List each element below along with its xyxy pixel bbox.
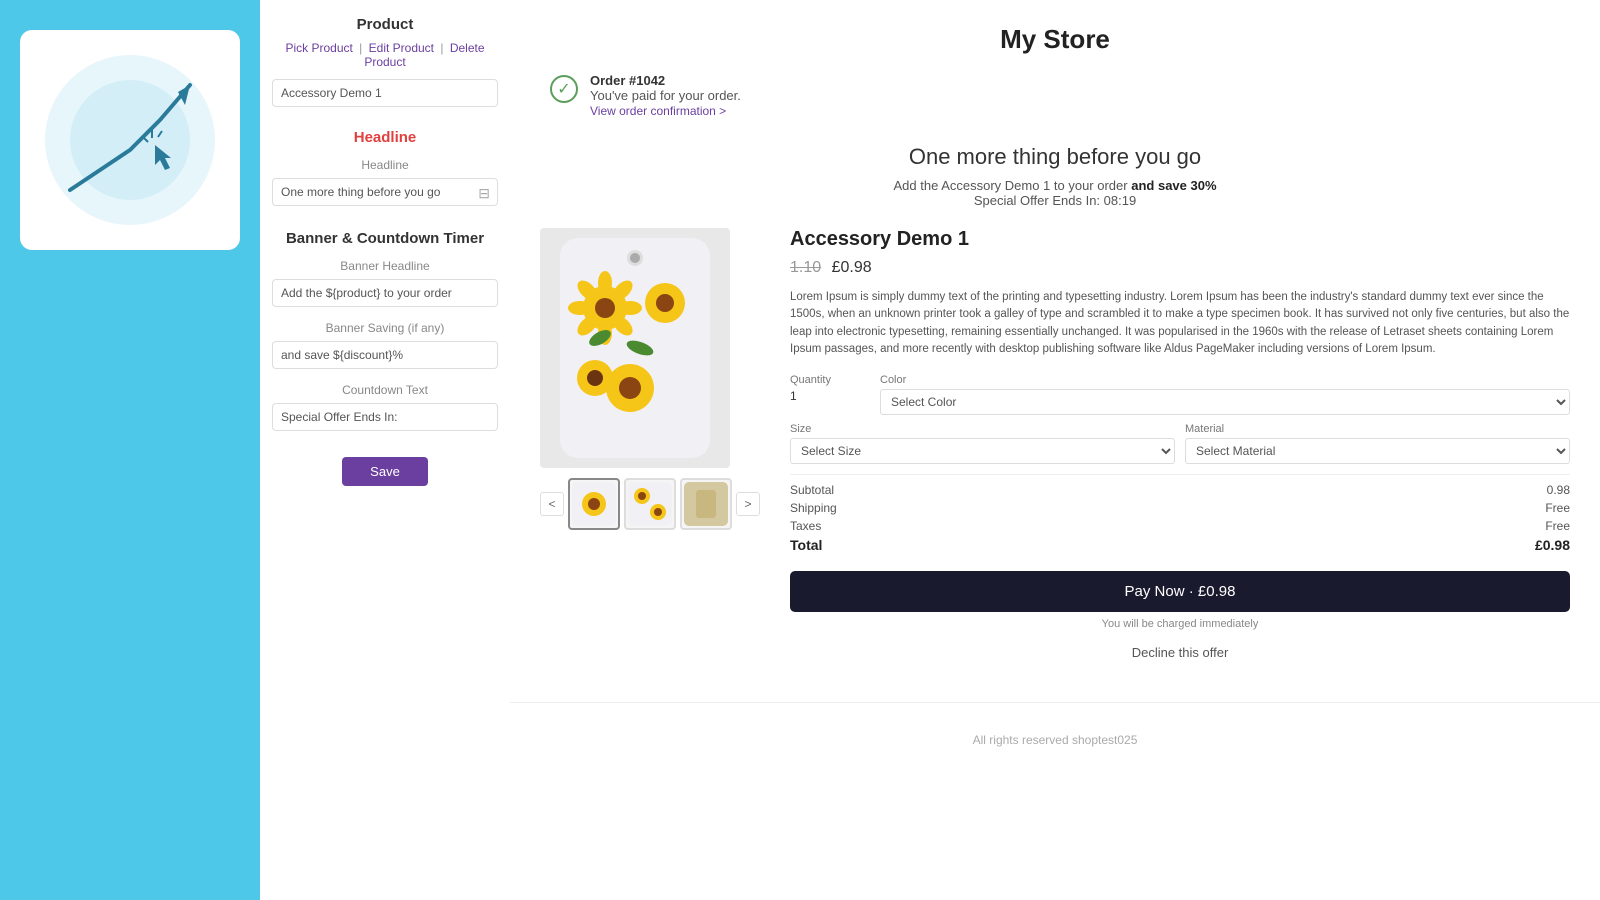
total-row: Total £0.98 bbox=[790, 537, 1570, 553]
variant-row-1: Quantity 1 Color Select Color bbox=[790, 374, 1570, 415]
sep1: | bbox=[359, 41, 362, 55]
headline-label: Headline bbox=[272, 158, 498, 172]
color-group: Color Select Color bbox=[880, 374, 1570, 415]
shipping-label: Shipping bbox=[790, 501, 837, 515]
taxes-value: Free bbox=[1545, 519, 1570, 533]
order-confirm-section: ✓ Order #1042 You've paid for your order… bbox=[510, 65, 1600, 134]
prev-thumb-btn[interactable]: < bbox=[540, 492, 564, 516]
taxes-label: Taxes bbox=[790, 519, 821, 533]
product-section: < bbox=[510, 228, 1600, 682]
pricing-summary: Subtotal 0.98 Shipping Free Taxes Free T… bbox=[790, 474, 1570, 553]
variant-row-2: Size Select Size Material Select Materia… bbox=[790, 423, 1570, 464]
total-label: Total bbox=[790, 537, 822, 553]
order-check-icon: ✓ bbox=[550, 75, 578, 103]
product-price: 1.10 £0.98 bbox=[790, 259, 1570, 277]
thumbnail-1[interactable] bbox=[568, 478, 620, 530]
editor-product-links: Pick Product | Edit Product | Delete Pro… bbox=[272, 41, 498, 69]
countdown-input[interactable] bbox=[272, 403, 498, 431]
total-value: £0.98 bbox=[1535, 537, 1570, 553]
order-message: You've paid for your order. bbox=[590, 88, 741, 103]
upsell-banner: Add the Accessory Demo 1 to your order a… bbox=[510, 178, 1600, 208]
left-panel bbox=[0, 0, 260, 900]
footer-text: All rights reserved shoptest025 bbox=[510, 702, 1600, 762]
store-name: My Store bbox=[510, 0, 1600, 65]
preview-panel: My Store ✓ Order #1042 You've paid for y… bbox=[510, 0, 1600, 900]
editor-panel: Product Pick Product | Edit Product | De… bbox=[260, 0, 510, 900]
chart-box bbox=[20, 30, 240, 250]
product-name: Accessory Demo 1 bbox=[790, 228, 1570, 251]
banner-saving-input[interactable] bbox=[272, 341, 498, 369]
delete-icon[interactable]: ⊟ bbox=[478, 185, 490, 202]
order-info: Order #1042 You've paid for your order. … bbox=[590, 73, 741, 118]
edit-product-link[interactable]: Edit Product bbox=[369, 41, 434, 55]
pay-now-button[interactable]: Pay Now · £0.98 bbox=[790, 571, 1570, 612]
next-thumb-btn[interactable]: > bbox=[736, 492, 760, 516]
material-select[interactable]: Select Material bbox=[1185, 438, 1570, 464]
banner-headline-label: Banner Headline bbox=[272, 259, 498, 273]
material-group: Material Select Material bbox=[1185, 423, 1570, 464]
headline-input-wrapper: ⊟ bbox=[272, 178, 498, 216]
order-number: Order #1042 bbox=[590, 73, 665, 88]
banner-saving-label: Banner Saving (if any) bbox=[272, 321, 498, 335]
offer-ends-text: Special Offer Ends In: 08:19 bbox=[974, 193, 1136, 208]
subtotal-value: 0.98 bbox=[1547, 483, 1570, 497]
headline-input[interactable] bbox=[272, 178, 498, 206]
banner-input[interactable] bbox=[272, 279, 498, 307]
headline-section-title: Headline bbox=[272, 129, 498, 146]
banner-bold: and save 30% bbox=[1131, 178, 1216, 193]
product-details: Accessory Demo 1 1.10 £0.98 Lorem Ipsum … bbox=[790, 228, 1570, 662]
thumbnail-row: < bbox=[540, 478, 760, 530]
countdown-label: Countdown Text bbox=[272, 383, 498, 397]
upsell-headline: One more thing before you go bbox=[510, 144, 1600, 170]
product-description: Lorem Ipsum is simply dummy text of the … bbox=[790, 289, 1570, 358]
banner-text: Add the Accessory Demo 1 to your order bbox=[893, 178, 1127, 193]
main-product-image bbox=[540, 228, 730, 468]
quantity-label: Quantity bbox=[790, 374, 870, 386]
size-group: Size Select Size bbox=[790, 423, 1175, 464]
price-original: 1.10 bbox=[790, 259, 821, 276]
banner-section-title: Banner & Countdown Timer bbox=[272, 230, 498, 247]
size-label: Size bbox=[790, 423, 1175, 435]
pick-product-link[interactable]: Pick Product bbox=[285, 41, 352, 55]
shipping-value: Free bbox=[1545, 501, 1570, 515]
price-sale: £0.98 bbox=[832, 259, 872, 276]
save-button[interactable]: Save bbox=[342, 457, 428, 486]
taxes-row: Taxes Free bbox=[790, 519, 1570, 533]
product-input[interactable] bbox=[272, 79, 498, 107]
view-order-link[interactable]: View order confirmation > bbox=[590, 104, 726, 118]
sep2: | bbox=[440, 41, 443, 55]
shipping-row: Shipping Free bbox=[790, 501, 1570, 515]
subtotal-row: Subtotal 0.98 bbox=[790, 483, 1570, 497]
quantity-value: 1 bbox=[790, 389, 870, 403]
editor-section-title: Product bbox=[272, 16, 498, 33]
decline-offer-link[interactable]: Decline this offer bbox=[1132, 645, 1229, 660]
material-label: Material bbox=[1185, 423, 1570, 435]
thumbnail-2[interactable] bbox=[624, 478, 676, 530]
color-label: Color bbox=[880, 374, 1570, 386]
charged-text: You will be charged immediately bbox=[790, 618, 1570, 630]
color-select[interactable]: Select Color bbox=[880, 389, 1570, 415]
quantity-group: Quantity 1 bbox=[790, 374, 870, 415]
chart-svg bbox=[40, 50, 220, 230]
size-select[interactable]: Select Size bbox=[790, 438, 1175, 464]
thumbnail-3[interactable] bbox=[680, 478, 732, 530]
product-images: < bbox=[540, 228, 760, 662]
subtotal-label: Subtotal bbox=[790, 483, 834, 497]
